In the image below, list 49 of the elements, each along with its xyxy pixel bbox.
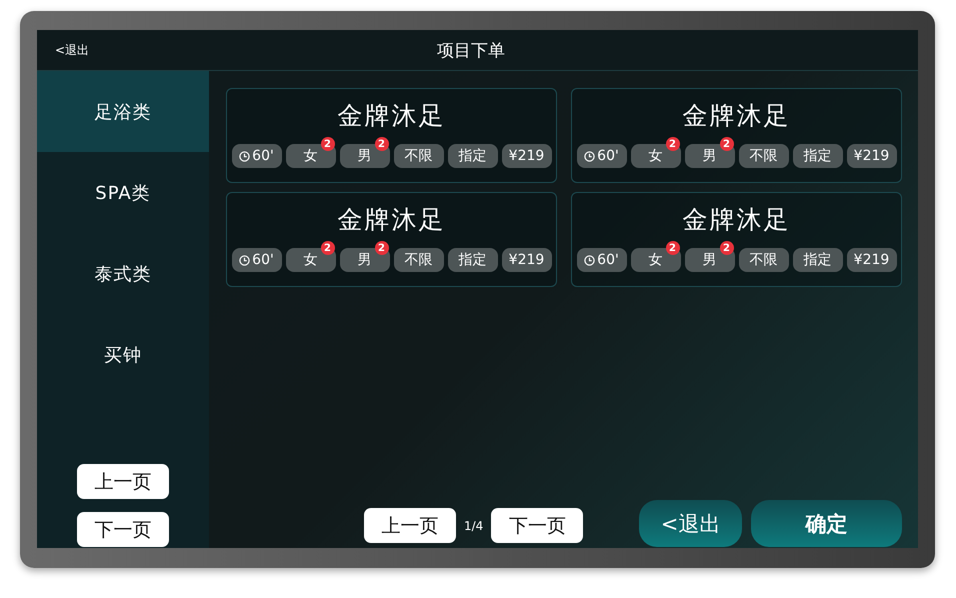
service-card[interactable]: 金牌沐足 60' 女 2 男 2 不限 指定 ¥219 [571,88,902,183]
duration-chip[interactable]: 60' [576,248,626,272]
price-chip[interactable]: ¥219 [846,248,896,272]
count-badge: 2 [666,137,680,151]
option-chip[interactable]: 不限 [394,248,444,272]
option-chip[interactable]: 指定 [448,248,498,272]
count-badge: 2 [374,137,388,151]
clock-icon [584,254,596,266]
category-item[interactable]: SPA类 [37,152,209,233]
service-card[interactable]: 金牌沐足 60' 女 2 男 2 不限 指定 ¥219 [226,192,557,287]
exit-button[interactable]: <退出 [639,500,742,547]
page-indicator: 1/4 [464,518,484,532]
option-chip[interactable]: 不限 [394,144,444,168]
category-item[interactable]: 泰式类 [37,233,209,314]
category-item[interactable]: 足浴类 [37,71,209,152]
count-badge: 2 [666,241,680,255]
duration-chip[interactable]: 60' [232,248,282,272]
price-chip[interactable]: ¥219 [502,248,552,272]
previous-page-button[interactable]: 上一页 [77,464,169,499]
price-chip[interactable]: ¥219 [846,144,896,168]
service-name: 金牌沐足 [338,205,446,235]
confirm-button[interactable]: 确定 [751,500,902,547]
count-badge: 2 [320,137,334,151]
next-page-button[interactable]: 下一页 [77,512,169,547]
price-chip[interactable]: ¥219 [502,144,552,168]
service-name: 金牌沐足 [338,101,446,131]
option-chip[interactable]: 指定 [792,144,842,168]
clock-icon [584,150,596,162]
service-name: 金牌沐足 [682,101,790,131]
option-chip[interactable]: 指定 [792,248,842,272]
count-badge: 2 [720,241,734,255]
count-badge: 2 [374,241,388,255]
option-chip[interactable]: 不限 [738,144,788,168]
count-badge: 2 [320,241,334,255]
next-page-button[interactable]: 下一页 [491,508,584,543]
back-link[interactable]: <退出 [55,42,90,58]
count-badge: 2 [720,137,734,151]
clock-icon [239,254,250,266]
duration-chip[interactable]: 60' [576,144,626,168]
option-chip[interactable]: 不限 [738,248,788,272]
category-item[interactable]: 买钟 [37,314,209,395]
duration-chip[interactable]: 60' [232,144,282,168]
service-name: 金牌沐足 [682,205,790,235]
clock-icon [239,150,250,162]
page-title: 项目下单 [437,40,505,62]
service-card[interactable]: 金牌沐足 60' 女 2 男 2 不限 指定 ¥219 [226,88,557,183]
service-card[interactable]: 金牌沐足 60' 女 2 男 2 不限 指定 ¥219 [571,192,902,287]
option-chip[interactable]: 指定 [448,144,498,168]
previous-page-button[interactable]: 上一页 [364,508,456,543]
